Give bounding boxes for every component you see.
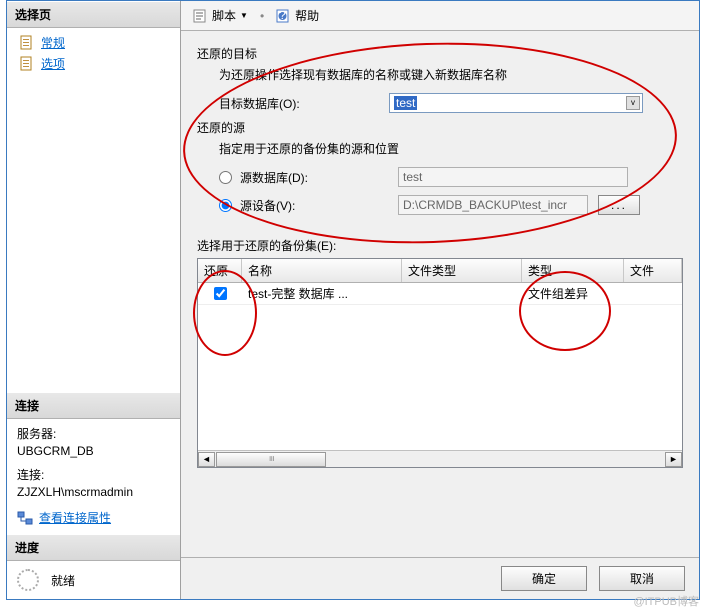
backup-sets-label: 选择用于还原的备份集(E): xyxy=(197,237,683,254)
button-bar: 确定 取消 xyxy=(181,557,699,599)
col-name-header[interactable]: 名称 xyxy=(242,259,402,282)
progress-status: 就绪 xyxy=(51,572,75,589)
scroll-left-button[interactable]: ◄ xyxy=(198,452,215,467)
source-device-value xyxy=(398,195,588,215)
nav-item-options[interactable]: 选项 xyxy=(7,53,180,74)
scroll-thumb[interactable] xyxy=(216,452,326,467)
connection-value: ZJZXLH\mscrmadmin xyxy=(17,485,170,499)
progress-block: 就绪 xyxy=(7,561,180,599)
view-connection-props[interactable]: 查看连接属性 xyxy=(17,507,170,528)
view-conn-props-label: 查看连接属性 xyxy=(39,509,111,526)
select-page-header: 选择页 xyxy=(7,1,180,28)
target-db-select[interactable]: test v xyxy=(389,93,643,113)
backup-sets-grid: 还原 名称 文件类型 类型 文件 test-完整 数据库 ... xyxy=(197,258,683,468)
watermark: @ITPUB博客 xyxy=(633,593,699,609)
toolbar: 脚本 ▼ • ? 帮助 xyxy=(181,1,699,31)
restore-checkbox[interactable] xyxy=(214,287,227,300)
cancel-button[interactable]: 取消 xyxy=(599,566,685,591)
connection-block: 服务器: UBGCRM_DB 连接: ZJZXLH\mscrmadmin 查看连… xyxy=(7,419,180,534)
source-db-label: 源数据库(D): xyxy=(240,169,398,186)
nav-options-label: 选项 xyxy=(41,55,65,72)
grid-body[interactable]: test-完整 数据库 ... 文件组差异 xyxy=(198,283,682,450)
row-file xyxy=(624,283,682,304)
dialog-content: 选择页 常规 选项 连接 服务器: UBGCRM xyxy=(7,1,699,599)
help-label: 帮助 xyxy=(295,7,319,24)
horizontal-scrollbar: ◄ ► xyxy=(198,450,682,467)
chevron-down-icon: ▼ xyxy=(240,11,248,20)
spinner-icon xyxy=(17,569,39,591)
source-db-radio[interactable] xyxy=(219,171,232,184)
row-type: 文件组差异 xyxy=(522,283,624,304)
restore-dialog: 选择页 常规 选项 连接 服务器: UBGCRM xyxy=(6,0,700,600)
server-value: UBGCRM_DB xyxy=(17,444,170,458)
restore-checkbox-cell xyxy=(198,283,242,304)
connection-header: 连接 xyxy=(7,392,180,419)
nav-item-general[interactable]: 常规 xyxy=(7,32,180,53)
chevron-down-icon[interactable]: v xyxy=(626,96,640,110)
scroll-right-button[interactable]: ► xyxy=(665,452,682,467)
target-db-row: 目标数据库(O): test v xyxy=(219,93,683,113)
page-icon xyxy=(19,56,35,72)
col-ftype-header[interactable]: 文件类型 xyxy=(402,259,522,282)
col-type-header[interactable]: 类型 xyxy=(522,259,624,282)
progress-header: 进度 xyxy=(7,534,180,561)
target-db-label: 目标数据库(O): xyxy=(219,95,389,112)
source-db-row: 源数据库(D): xyxy=(219,167,683,187)
nav-general-label: 常规 xyxy=(41,34,65,51)
ok-button[interactable]: 确定 xyxy=(501,566,587,591)
main-area: 还原的目标 为还原操作选择现有数据库的名称或键入新数据库名称 目标数据库(O):… xyxy=(181,31,699,557)
source-device-row: 源设备(V): ... xyxy=(219,195,683,215)
help-icon: ? xyxy=(276,9,292,23)
nav-list: 常规 选项 xyxy=(7,28,180,78)
toolbar-separator: • xyxy=(260,9,264,23)
svg-text:?: ? xyxy=(279,9,286,22)
help-button[interactable]: ? 帮助 xyxy=(272,5,323,26)
restore-target-title: 还原的目标 xyxy=(197,45,683,62)
restore-source-title: 还原的源 xyxy=(197,119,683,136)
left-panel: 选择页 常规 选项 连接 服务器: UBGCRM xyxy=(7,1,181,599)
col-restore-header[interactable]: 还原 xyxy=(198,259,242,282)
col-file-header[interactable]: 文件 xyxy=(624,259,682,282)
script-button[interactable]: 脚本 ▼ xyxy=(189,5,252,26)
right-panel: 脚本 ▼ • ? 帮助 还原的目标 为还原操作选择现有数据库的名称或键入新数据库… xyxy=(181,1,699,599)
scroll-track[interactable] xyxy=(216,452,664,467)
page-icon xyxy=(19,35,35,51)
browse-button[interactable]: ... xyxy=(598,195,640,215)
source-device-radio[interactable] xyxy=(219,199,232,212)
connection-label: 连接: xyxy=(17,466,170,483)
restore-source-desc: 指定用于还原的备份集的源和位置 xyxy=(219,140,683,157)
table-row[interactable]: test-完整 数据库 ... 文件组差异 xyxy=(198,283,682,305)
row-ftype xyxy=(402,283,522,304)
script-label: 脚本 xyxy=(212,7,236,24)
grid-header: 还原 名称 文件类型 类型 文件 xyxy=(198,259,682,283)
server-label: 服务器: xyxy=(17,425,170,442)
source-device-label: 源设备(V): xyxy=(240,197,398,214)
row-name: test-完整 数据库 ... xyxy=(242,283,402,304)
target-db-value: test xyxy=(394,96,417,110)
script-icon xyxy=(193,9,209,23)
restore-target-desc: 为还原操作选择现有数据库的名称或键入新数据库名称 xyxy=(219,66,683,83)
source-db-value xyxy=(398,167,628,187)
network-icon xyxy=(17,510,33,526)
